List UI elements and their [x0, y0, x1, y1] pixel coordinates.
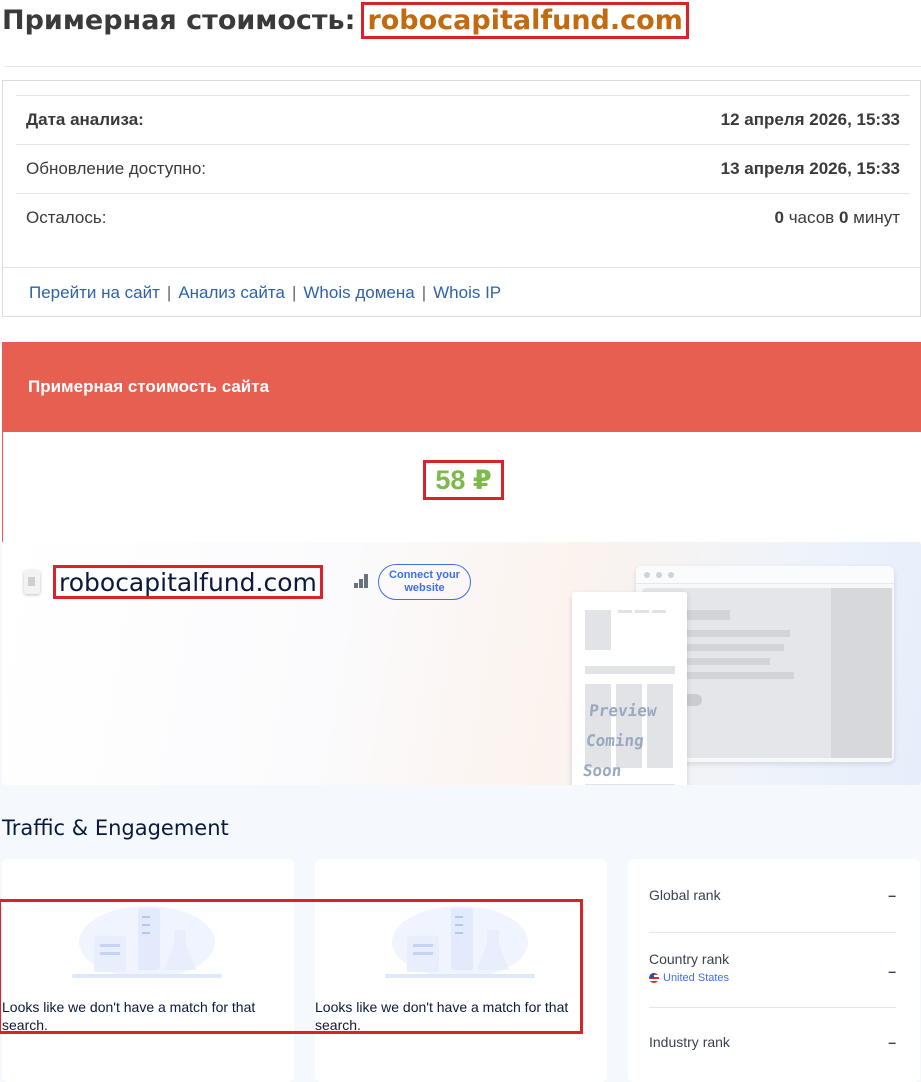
whois-domain-link[interactable]: Whois домена: [303, 283, 414, 303]
rank-divider: [649, 932, 896, 933]
link-separator: |: [421, 282, 427, 302]
favicon-placeholder-icon: [24, 570, 40, 594]
industry-rank-label: Industry rank: [649, 1034, 730, 1050]
link-separator: |: [166, 282, 172, 302]
rank-divider: [649, 1007, 896, 1008]
country-rank-value: –: [888, 963, 896, 979]
update-available-value: 13 апреля 2026, 15:33: [720, 159, 900, 178]
analysis-date-label: Дата анализа:: [26, 110, 144, 129]
hero-domain: robocapitalfund.com: [53, 565, 323, 599]
global-rank-value: –: [888, 887, 896, 903]
rank-bars-icon: [354, 574, 370, 588]
remaining-hours: 0: [774, 208, 784, 227]
analysis-info-panel: Дата анализа: 12 апреля 2026, 15:33 Обно…: [2, 80, 921, 317]
page-title-domain: robocapitalfund.com: [361, 1, 689, 39]
site-links: Перейти на сайт | Анализ сайта | Whois д…: [3, 267, 920, 317]
whois-ip-link[interactable]: Whois IP: [433, 283, 501, 303]
page-title-prefix: Примерная стоимость:: [2, 4, 356, 36]
mobile-preview-mockup: Preview Coming Soon: [572, 592, 687, 785]
country-rank-row: Country rank United States –: [649, 951, 896, 984]
remaining-minutes-unit: минут: [853, 208, 900, 227]
remaining-row: Осталось: 0 часов 0 минут: [16, 193, 910, 242]
link-separator: |: [291, 282, 297, 302]
site-cost-body: 58 ₽: [2, 432, 921, 542]
site-cost-panel: Примерная стоимость сайта 58 ₽: [2, 342, 921, 542]
site-cost-value: 58 ₽: [423, 460, 504, 500]
remaining-value: 0 часов 0 минут: [775, 208, 901, 228]
country-rank-label: Country rank: [649, 951, 730, 967]
site-cost-header: Примерная стоимость сайта: [2, 342, 921, 432]
site-analysis-link[interactable]: Анализ сайта: [178, 283, 285, 303]
update-available-label: Обновление доступно:: [26, 159, 207, 178]
remaining-minutes: 0: [838, 208, 849, 227]
page-title: Примерная стоимость: robocapitalfund.com: [2, 0, 689, 40]
country-name: United States: [663, 972, 730, 984]
title-divider: [4, 66, 921, 67]
preview-coming-soon-text: Preview Coming Soon: [581, 701, 658, 780]
country-selector[interactable]: United States: [649, 972, 729, 984]
industry-rank-value: –: [888, 1034, 896, 1050]
global-rank-label: Global rank: [649, 887, 721, 903]
similarweb-widget: robocapitalfund.com Connect your website: [0, 542, 921, 1082]
traffic-engagement-title: Traffic & Engagement: [2, 816, 229, 840]
connect-website-button[interactable]: Connect your website: [378, 564, 471, 600]
remaining-hours-unit: часов: [788, 208, 835, 227]
empty-state-highlight: [0, 899, 583, 1034]
rank-card: Global rank – Country rank United States…: [628, 859, 920, 1082]
remaining-label: Осталось:: [26, 208, 107, 227]
global-rank-row: Global rank –: [649, 887, 896, 903]
go-to-site-link[interactable]: Перейти на сайт: [29, 283, 160, 303]
website-hero: robocapitalfund.com Connect your website: [2, 542, 921, 785]
update-available-row: Обновление доступно: 13 апреля 2026, 15:…: [16, 144, 910, 193]
us-flag-icon: [649, 973, 659, 983]
industry-rank-row: Industry rank –: [649, 1034, 896, 1050]
analysis-date-row: Дата анализа: 12 апреля 2026, 15:33: [16, 95, 910, 144]
analysis-date-value: 12 апреля 2026, 15:33: [720, 110, 900, 129]
